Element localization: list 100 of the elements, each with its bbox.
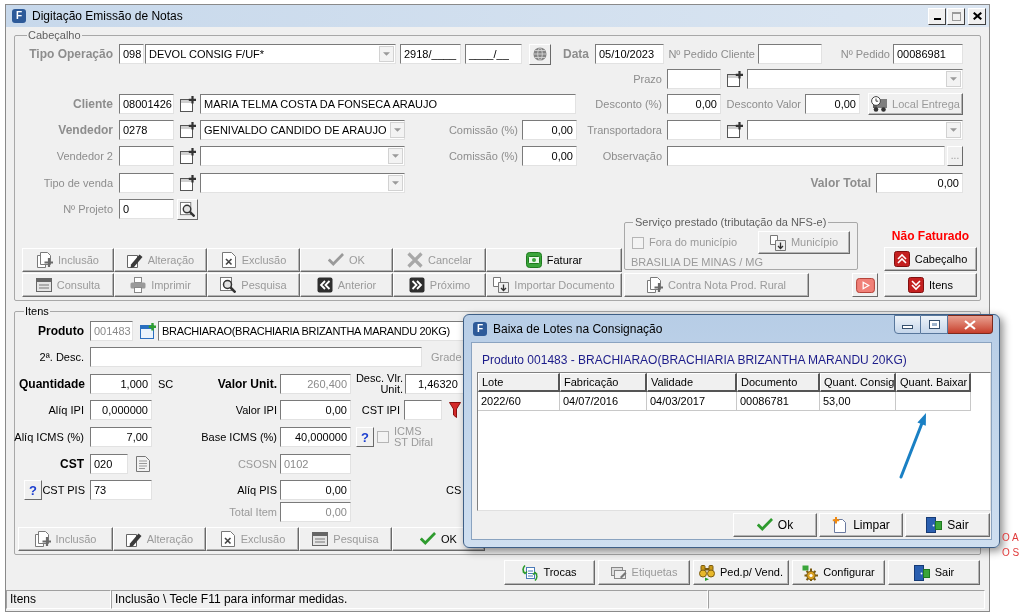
clear-button[interactable]: Limpar bbox=[819, 513, 903, 537]
exchange-icon bbox=[522, 564, 539, 581]
table-cell: 00086781 bbox=[737, 392, 820, 411]
checkbox-label: Fora do município bbox=[649, 235, 738, 251]
orders-button[interactable]: Ped.p/ Vend. bbox=[693, 560, 789, 585]
column-header[interactable]: Lote bbox=[478, 373, 560, 392]
location-text: BRASILIA DE MINAS / MG bbox=[631, 256, 765, 269]
caret-down-icon bbox=[388, 148, 403, 164]
column-header[interactable]: Validade bbox=[647, 373, 737, 392]
annotation-arrow bbox=[899, 412, 928, 479]
close-icon bbox=[972, 12, 982, 20]
column-header[interactable]: Fabricação bbox=[560, 373, 647, 392]
banknote-icon bbox=[525, 252, 542, 268]
x-icon bbox=[407, 252, 423, 268]
background-text: O A bbox=[1002, 532, 1019, 544]
table-cell: 04/07/2016 bbox=[560, 392, 647, 411]
field-label: Nº Pedido Cliente bbox=[668, 46, 755, 62]
field-label: Total Item bbox=[229, 504, 277, 520]
window-title: Digitação Emissão de Notas bbox=[32, 8, 183, 25]
door-icon bbox=[913, 564, 930, 581]
text-field[interactable]: 7,00 bbox=[90, 427, 152, 447]
app-icon: F bbox=[12, 9, 26, 23]
window-icon bbox=[312, 531, 329, 547]
field-label: CS bbox=[446, 482, 462, 498]
document-plus-icon bbox=[647, 277, 663, 293]
close-button[interactable] bbox=[948, 315, 993, 334]
document-icon[interactable] bbox=[135, 456, 151, 472]
field-label: Data bbox=[563, 46, 589, 63]
field-label: Cliente bbox=[73, 96, 113, 113]
minimize-button[interactable] bbox=[894, 315, 921, 334]
field-label: CST PIS bbox=[42, 482, 85, 498]
group-title: Itens bbox=[24, 305, 50, 318]
pencil-icon bbox=[125, 531, 142, 547]
field-label: Tipo de venda bbox=[43, 175, 113, 191]
table-cell: 53,00 bbox=[820, 392, 896, 411]
field-label: Desc. Vlr. Unit. bbox=[355, 373, 403, 395]
column-header[interactable]: Quant. Consig bbox=[820, 373, 896, 392]
field-label: Comissão (%) bbox=[448, 148, 518, 164]
minimize-icon bbox=[902, 325, 913, 329]
text-field[interactable] bbox=[90, 347, 422, 367]
text-field[interactable]: 73 bbox=[90, 480, 152, 500]
field-label: 2ª. Desc. bbox=[39, 349, 84, 365]
check-icon bbox=[420, 531, 437, 547]
caret-down-icon bbox=[946, 122, 961, 138]
text-field[interactable]: 0,000000 bbox=[90, 400, 152, 420]
document-x-icon bbox=[219, 531, 236, 547]
caret-down-icon bbox=[388, 175, 403, 191]
magnifier-icon bbox=[220, 277, 237, 293]
close-icon bbox=[964, 319, 976, 330]
field-label: Desconto Valor bbox=[726, 96, 801, 112]
help-button[interactable]: ? bbox=[24, 480, 42, 500]
ok-button[interactable]: Ok bbox=[733, 513, 817, 537]
text-field[interactable]: 0,00 bbox=[280, 400, 351, 420]
table-cell: 2022/60 bbox=[478, 392, 560, 411]
text-field[interactable]: 40,000000 bbox=[280, 427, 351, 447]
document-plus-icon bbox=[37, 252, 53, 268]
cards-icon bbox=[610, 564, 627, 581]
exit-button[interactable]: Sair bbox=[888, 560, 980, 585]
text-field[interactable]: 1,000 bbox=[90, 374, 152, 394]
text-field[interactable]: 0,00 bbox=[280, 480, 351, 500]
funnel-icon[interactable] bbox=[449, 402, 461, 418]
field-label: Transportadora bbox=[587, 122, 662, 138]
double-chevron-up-icon bbox=[893, 251, 910, 267]
field-label: Tipo Operação bbox=[29, 46, 113, 63]
binoculars-icon bbox=[699, 564, 715, 581]
field-label: Prazo bbox=[633, 71, 662, 87]
text-field[interactable] bbox=[404, 400, 442, 420]
field-label: Vendedor bbox=[58, 122, 113, 139]
exit-button[interactable]: Sair bbox=[905, 513, 990, 537]
field-label: Quantidade bbox=[19, 376, 85, 393]
field-label: Nº Projeto bbox=[63, 201, 113, 217]
check-icon bbox=[328, 252, 345, 268]
background-text: O S bbox=[1002, 547, 1020, 559]
settings-button[interactable]: Configurar bbox=[792, 560, 885, 585]
document-x-icon bbox=[220, 252, 237, 268]
field-label: Observação bbox=[602, 148, 662, 164]
check-icon bbox=[756, 517, 773, 533]
column-header[interactable]: Quant. Baixar bbox=[896, 373, 971, 392]
field-label: Valor Total bbox=[810, 175, 871, 192]
help-button[interactable]: ? bbox=[356, 427, 374, 447]
invoice-status: Não Faturado bbox=[891, 229, 970, 243]
text-field[interactable]: 020 bbox=[90, 454, 128, 474]
unit-label: SC bbox=[158, 376, 174, 392]
caret-down-icon bbox=[379, 46, 394, 62]
field-label: Alíq PIS bbox=[237, 482, 277, 498]
app-icon: F bbox=[473, 321, 487, 336]
globe-icon bbox=[533, 47, 547, 61]
document-plus-icon bbox=[34, 531, 51, 547]
field-label: Comissão (%) bbox=[448, 122, 518, 138]
table-cell: 04/03/2017 bbox=[647, 392, 737, 411]
field-label: Base ICMS (%) bbox=[201, 429, 277, 445]
status-panel: Itens bbox=[6, 590, 111, 609]
column-header[interactable]: Documento bbox=[737, 373, 820, 392]
maximize-button[interactable] bbox=[921, 315, 948, 334]
exchange-button[interactable]: Trocas bbox=[504, 560, 595, 585]
field-label: Valor IPI bbox=[235, 402, 277, 418]
field-label: Alíq ICMS (%) bbox=[14, 429, 84, 445]
document-plus-icon bbox=[832, 517, 849, 533]
play-icon bbox=[855, 277, 875, 293]
group-title: Cabeçalho bbox=[27, 29, 82, 42]
